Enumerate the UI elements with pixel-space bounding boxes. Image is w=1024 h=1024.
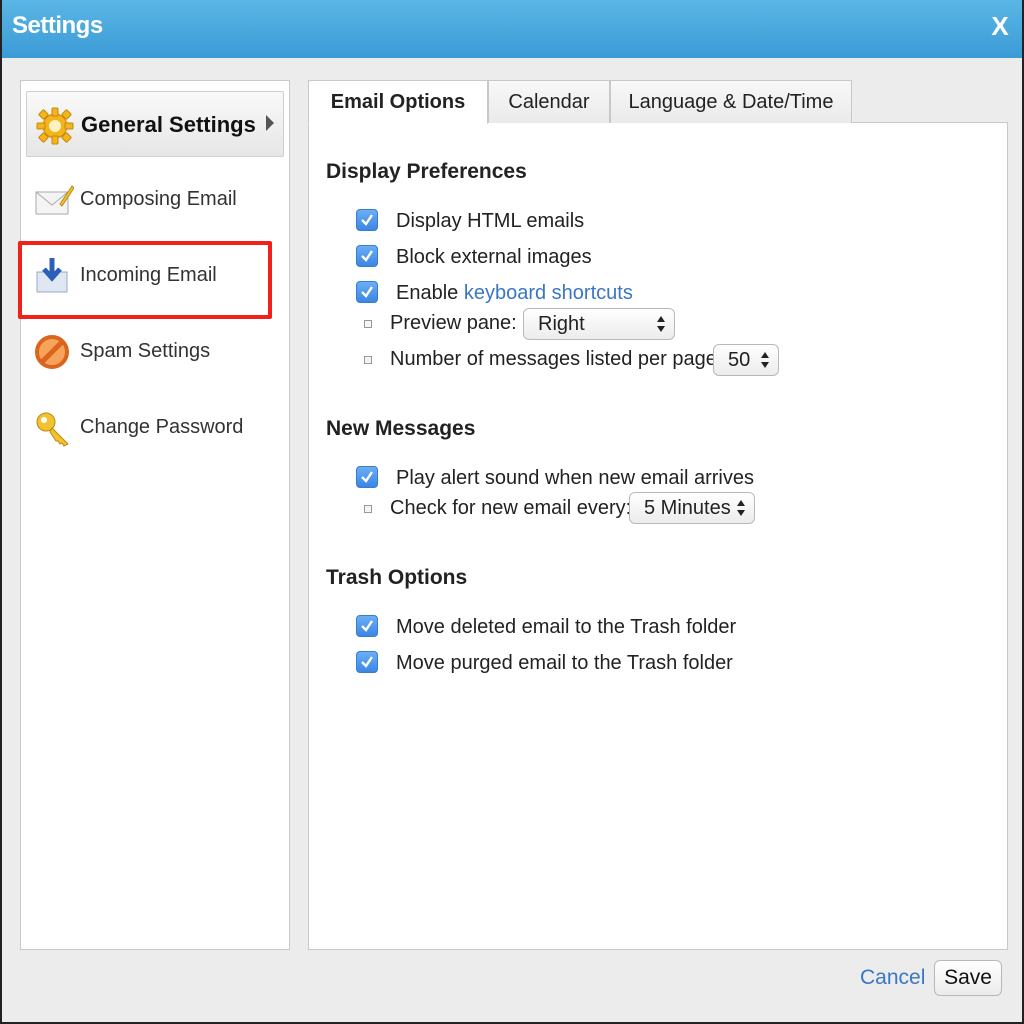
settings-window: Settings X General Settings Composing Em… xyxy=(0,0,1024,1024)
incoming-arrow-icon xyxy=(36,258,68,293)
tab-language-date-time[interactable]: Language & Date/Time xyxy=(610,80,852,123)
block-images-label: Block external images xyxy=(396,246,592,268)
bullet-icon xyxy=(364,356,372,364)
checkmark-icon xyxy=(361,620,373,632)
keyboard-shortcuts-label: Enable keyboard shortcuts xyxy=(396,280,633,306)
sidebar-item-general-settings[interactable]: General Settings xyxy=(26,91,284,157)
envelope-pencil-icon xyxy=(35,185,74,215)
up-down-arrows-icon xyxy=(761,352,769,368)
trash-options-heading: Trash Options xyxy=(326,566,468,589)
bullet-icon xyxy=(364,505,372,513)
move-deleted-label: Move deleted email to the Trash folder xyxy=(396,616,737,638)
move-purged-checkbox[interactable] xyxy=(356,651,378,673)
close-icon[interactable]: X xyxy=(984,10,1016,42)
preview-pane-value: Right xyxy=(538,313,585,335)
block-images-checkbox[interactable] xyxy=(356,245,378,267)
sidebar-item-label: Composing Email xyxy=(80,188,237,210)
preview-pane-select[interactable]: Right xyxy=(523,308,675,340)
sidebar-item-change-password[interactable]: Change Password xyxy=(26,394,284,460)
checkmark-icon xyxy=(361,286,373,298)
up-down-arrows-icon xyxy=(737,500,745,516)
gear-icon xyxy=(36,107,74,145)
sidebar-item-label: Incoming Email xyxy=(80,264,217,286)
check-email-interval-select[interactable]: 5 Minutes xyxy=(629,492,755,524)
display-html-checkbox[interactable] xyxy=(356,209,378,231)
check-email-label: Check for new email every: xyxy=(390,497,632,519)
up-down-arrows-icon xyxy=(657,316,665,332)
messages-per-page-label: Number of messages listed per page: xyxy=(390,348,723,370)
messages-per-page-value: 50 xyxy=(728,349,751,371)
sidebar-item-spam-settings[interactable]: Spam Settings xyxy=(26,318,284,384)
check-email-interval-value: 5 Minutes xyxy=(644,497,731,519)
messages-per-page-select[interactable]: 50 xyxy=(713,344,779,376)
checkmark-icon xyxy=(361,471,373,483)
sidebar-item-label: General Settings xyxy=(81,112,256,137)
sidebar-item-composing-email[interactable]: Composing Email xyxy=(26,166,284,232)
tab-email-options[interactable]: Email Options xyxy=(308,80,488,124)
save-button[interactable]: Save xyxy=(934,960,1002,996)
alert-sound-label: Play alert sound when new email arrives xyxy=(396,467,754,489)
move-purged-label: Move purged email to the Trash folder xyxy=(396,652,733,674)
enable-text: Enable xyxy=(396,282,459,304)
sidebar-item-incoming-email[interactable]: Incoming Email xyxy=(26,242,284,308)
keyboard-shortcuts-checkbox[interactable] xyxy=(356,281,378,303)
checkmark-icon xyxy=(361,656,373,668)
key-icon xyxy=(36,412,69,447)
alert-sound-checkbox[interactable] xyxy=(356,466,378,488)
checkmark-icon xyxy=(361,250,373,262)
display-html-label: Display HTML emails xyxy=(396,210,585,232)
display-preferences-heading: Display Preferences xyxy=(326,160,527,183)
bullet-icon xyxy=(364,320,372,328)
checkmark-icon xyxy=(361,214,373,226)
sidebar-item-label: Change Password xyxy=(80,416,244,438)
title-bar: Settings X xyxy=(2,0,1022,58)
no-entry-icon xyxy=(35,335,69,369)
tab-calendar[interactable]: Calendar xyxy=(488,80,610,123)
sidebar-item-label: Spam Settings xyxy=(80,340,211,362)
new-messages-heading: New Messages xyxy=(326,417,476,440)
chevron-right-icon xyxy=(266,115,274,131)
preview-pane-label: Preview pane: xyxy=(390,312,517,334)
keyboard-shortcuts-link[interactable]: keyboard shortcuts xyxy=(464,282,633,304)
window-title: Settings xyxy=(12,12,103,39)
cancel-button[interactable]: Cancel xyxy=(860,962,925,994)
move-deleted-checkbox[interactable] xyxy=(356,615,378,637)
